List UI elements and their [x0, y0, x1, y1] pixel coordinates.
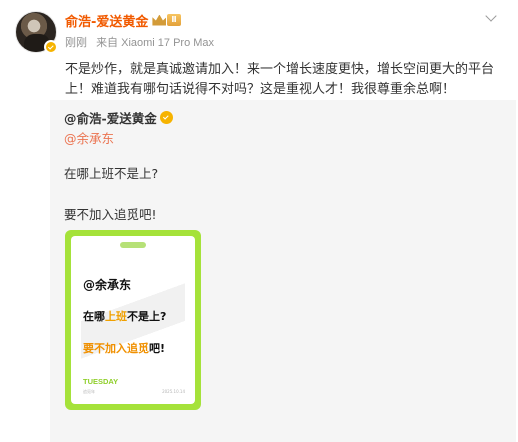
post-text: 不是炒作，就是真诚邀请加入！来一个增长速度更快，增长空间更大的平台上！难道我有哪…	[65, 62, 495, 97]
post-time[interactable]: 刚刚	[65, 37, 87, 49]
verified-icon	[44, 40, 58, 54]
poster-answer-b: 吧!	[149, 342, 166, 355]
poster-day: TUESDAY	[83, 377, 119, 386]
repost-block[interactable]: @俞浩-爱送黄金 @余承东 在哪上班不是上? 要不加入追觅吧! @余承东 在哪上…	[50, 100, 516, 442]
poster-answer: 要不加入追觅吧!	[83, 340, 165, 356]
poster-answer-highlight: 要不加入追觅	[83, 342, 149, 355]
weibo-post-card: 俞浩-爱送黄金 Ⅱ 刚刚 来自 Xiaomi 17 Pro Max 不是炒作，就…	[0, 0, 518, 442]
repost-mention-link[interactable]: @余承东	[64, 128, 114, 147]
post-source: 来自 Xiaomi 17 Pro Max	[96, 37, 215, 49]
level-badge: Ⅱ	[167, 14, 181, 26]
poster-footer-date: 2025.10.14	[162, 389, 185, 394]
poster-hang-slot	[120, 242, 146, 248]
post-image[interactable]: @余承东 在哪上班不是上? 要不加入追觅吧! TUESDAY 追觅年 2025.…	[65, 230, 201, 410]
poster-footer-left: 追觅年	[83, 389, 95, 394]
chevron-down-icon[interactable]	[484, 10, 498, 24]
poster-question-a: 在哪	[83, 310, 105, 323]
poster-question-highlight: 上班	[105, 310, 127, 323]
post-meta: 刚刚 来自 Xiaomi 17 Pro Max	[65, 34, 214, 50]
poster-footer: 追觅年 2025.10.14	[83, 389, 185, 395]
poster-question: 在哪上班不是上?	[83, 308, 166, 324]
author-row: 俞浩-爱送黄金 Ⅱ	[65, 11, 181, 30]
poster-card: @余承东 在哪上班不是上? 要不加入追觅吧! TUESDAY 追觅年 2025.…	[71, 236, 195, 404]
repost-author-name[interactable]: @俞浩-爱送黄金	[64, 108, 157, 127]
poster-question-b: 不是上?	[127, 310, 167, 323]
verified-icon	[159, 110, 173, 124]
repost-text-line-1: 在哪上班不是上?	[64, 166, 159, 181]
repost-text-line-2: 要不加入追觅吧!	[64, 207, 157, 222]
repost-author-row: @俞浩-爱送黄金	[64, 108, 173, 126]
author-name[interactable]: 俞浩-爱送黄金	[65, 11, 148, 30]
crown-icon: Ⅱ	[152, 13, 181, 27]
poster-mention: @余承东	[83, 278, 132, 292]
